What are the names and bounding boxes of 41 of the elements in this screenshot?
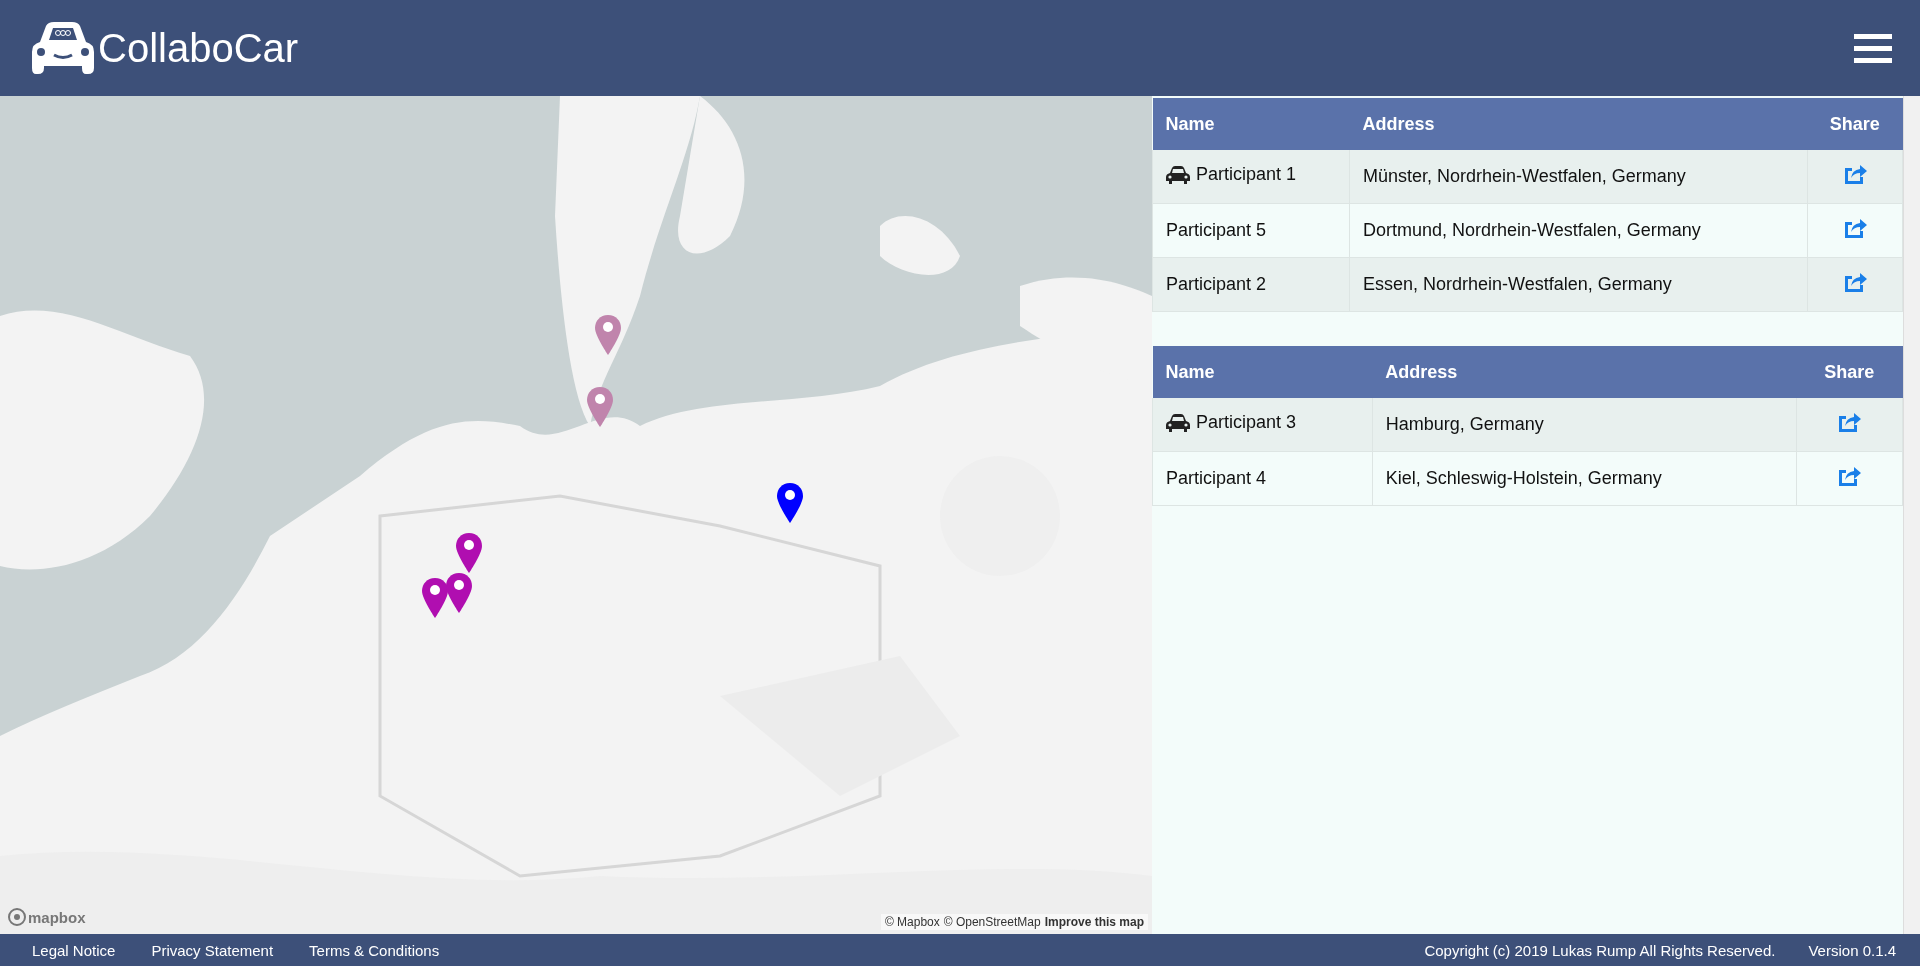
map-pin-icon[interactable] xyxy=(776,482,804,524)
footer-link[interactable]: Legal Notice xyxy=(32,941,116,959)
menu-button[interactable] xyxy=(1854,32,1892,64)
name-cell: Participant 4 xyxy=(1152,451,1373,506)
column-header: Share xyxy=(1807,98,1903,150)
map-pin-icon[interactable] xyxy=(421,577,449,619)
name-cell: Participant 2 xyxy=(1152,257,1350,312)
share-button[interactable] xyxy=(1837,465,1862,487)
attribution-link[interactable]: © Mapbox xyxy=(884,915,940,929)
address-cell: Münster, Nordrhein-Westfalen, Germany xyxy=(1349,150,1808,204)
address-cell: Essen, Nordrhein-Westfalen, Germany xyxy=(1349,257,1808,312)
share-button[interactable] xyxy=(1842,163,1867,185)
footer-link[interactable]: Terms & Conditions xyxy=(309,941,440,959)
attribution-link[interactable]: © OpenStreetMap xyxy=(943,915,1041,929)
footer-link[interactable]: Privacy Statement xyxy=(151,941,274,959)
address-cell: Hamburg, Germany xyxy=(1372,398,1797,452)
scrollbar[interactable] xyxy=(1903,96,1920,934)
map-pin-icon[interactable] xyxy=(445,572,473,614)
mapbox-logo-text: mapbox xyxy=(28,908,86,926)
column-header: Name xyxy=(1152,98,1350,150)
copyright-text: Copyright (c) 2019 Lukas Rump All Rights Reserved. xyxy=(1424,941,1776,959)
participant-name: Participant 3 xyxy=(1196,412,1297,434)
app-title: CollaboCar xyxy=(98,25,299,71)
name-cell: Participant 5 xyxy=(1152,203,1350,258)
column-header: Address xyxy=(1349,98,1808,150)
participant-name: Participant 1 xyxy=(1196,164,1297,186)
column-header: Share xyxy=(1796,346,1903,398)
car-icon xyxy=(1166,165,1190,184)
attribution-link[interactable]: Improve this map xyxy=(1044,915,1144,929)
share-button[interactable] xyxy=(1842,217,1867,239)
share-button[interactable] xyxy=(1842,271,1867,293)
map-pin-icon[interactable] xyxy=(455,532,483,574)
share-button[interactable] xyxy=(1837,411,1862,433)
car-icon xyxy=(1166,413,1190,432)
address-cell: Kiel, Schleswig-Holstein, Germany xyxy=(1372,451,1797,506)
car-logo-icon xyxy=(30,20,96,76)
mapbox-logo-icon xyxy=(8,908,26,926)
address-cell: Dortmund, Nordrhein-Westfalen, Germany xyxy=(1349,203,1808,258)
version-text: Version 0.1.4 xyxy=(1808,941,1896,959)
column-header: Address xyxy=(1372,346,1797,398)
column-header: Name xyxy=(1152,346,1373,398)
